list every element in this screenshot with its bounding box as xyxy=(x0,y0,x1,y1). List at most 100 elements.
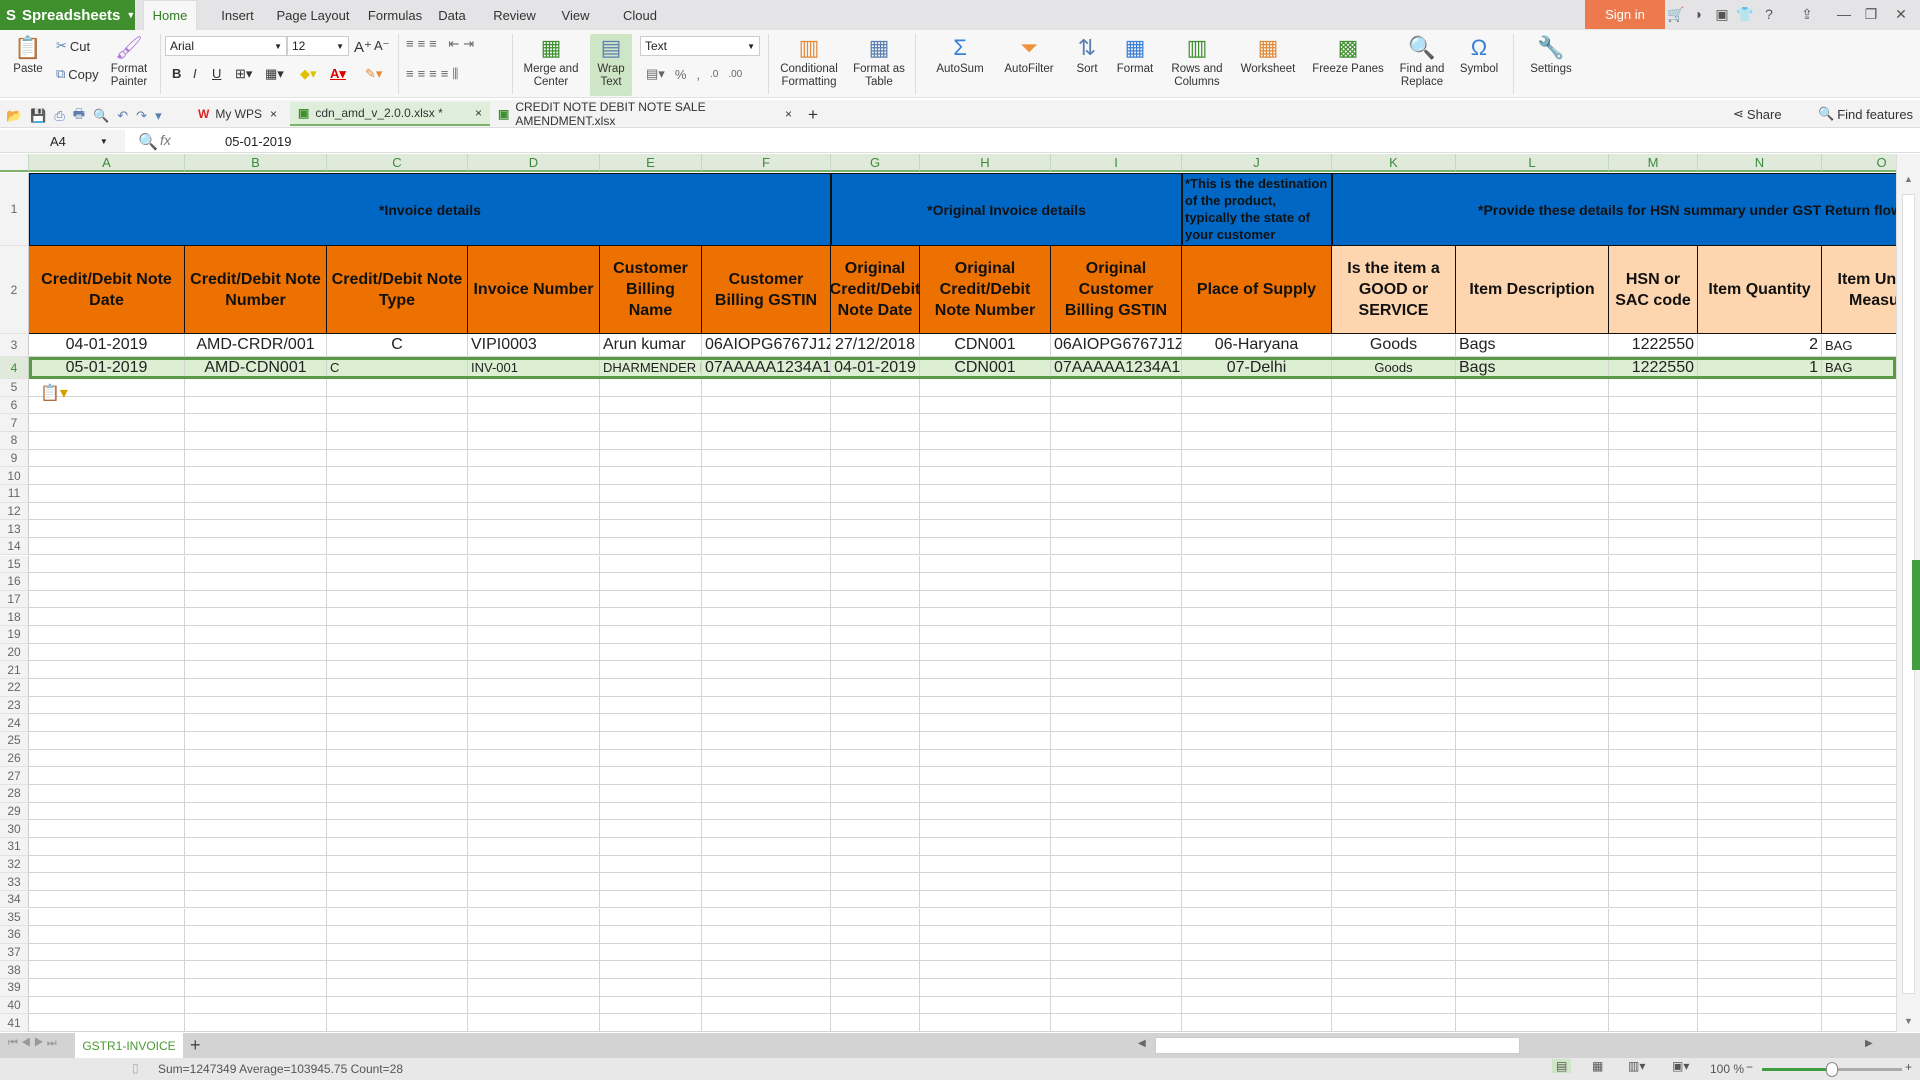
cell[interactable] xyxy=(185,696,327,715)
cell[interactable] xyxy=(1698,414,1822,432)
cell[interactable] xyxy=(1332,837,1456,856)
cell[interactable] xyxy=(1822,397,1896,415)
zoom-icon[interactable]: 🔍 xyxy=(138,132,158,152)
row-header[interactable]: 2 xyxy=(0,246,29,334)
cell[interactable] xyxy=(1332,661,1456,680)
cell[interactable] xyxy=(920,520,1051,538)
cell[interactable] xyxy=(1051,979,1182,997)
cell[interactable] xyxy=(327,626,468,644)
cell[interactable] xyxy=(600,1014,702,1032)
cell[interactable] xyxy=(702,449,831,468)
row-header[interactable]: 31 xyxy=(0,837,29,856)
row-header[interactable]: 3 xyxy=(0,334,29,357)
cell[interactable] xyxy=(1051,449,1182,468)
cell[interactable] xyxy=(1698,379,1822,397)
cell[interactable] xyxy=(185,926,327,944)
cell[interactable] xyxy=(185,379,327,397)
cell[interactable] xyxy=(920,467,1051,485)
cell[interactable] xyxy=(1051,696,1182,715)
cell[interactable] xyxy=(1051,396,1182,415)
cell[interactable] xyxy=(327,573,468,591)
cell[interactable] xyxy=(600,908,702,927)
cell[interactable] xyxy=(1822,803,1896,821)
font-family-select[interactable]: Arial ▼ xyxy=(165,36,287,56)
cell[interactable] xyxy=(1182,414,1332,432)
cell[interactable] xyxy=(831,590,920,609)
cell[interactable] xyxy=(1698,890,1822,909)
cell[interactable] xyxy=(920,979,1051,997)
cell[interactable] xyxy=(1332,484,1456,503)
increase-font-icon[interactable]: A⁺ xyxy=(354,38,372,56)
cell[interactable] xyxy=(1332,961,1456,980)
cell[interactable] xyxy=(327,467,468,485)
cell[interactable] xyxy=(1051,431,1182,450)
cell[interactable] xyxy=(468,908,600,927)
cell[interactable] xyxy=(468,696,600,715)
cell[interactable] xyxy=(1332,767,1456,785)
cell[interactable]: 1 xyxy=(1698,357,1822,379)
column-header-G[interactable]: G xyxy=(831,154,920,172)
cell[interactable] xyxy=(702,979,831,997)
cell[interactable] xyxy=(468,573,600,591)
new-tab-icon[interactable]: + xyxy=(808,105,818,125)
cell[interactable] xyxy=(29,732,185,750)
cell[interactable] xyxy=(1051,749,1182,768)
cell[interactable] xyxy=(1609,608,1698,627)
sort-button[interactable]: ⇅ Sort xyxy=(1068,34,1106,96)
cell[interactable] xyxy=(1609,943,1698,962)
cell[interactable] xyxy=(1332,520,1456,538)
cell[interactable] xyxy=(327,979,468,997)
settings-button[interactable]: 🔧 Settings xyxy=(1520,34,1582,96)
cell[interactable] xyxy=(920,396,1051,415)
cell[interactable] xyxy=(831,520,920,538)
cell[interactable] xyxy=(185,837,327,856)
cell[interactable] xyxy=(1456,626,1609,644)
cell[interactable] xyxy=(468,767,600,785)
cell[interactable] xyxy=(468,873,600,891)
cell[interactable] xyxy=(327,837,468,856)
cell[interactable] xyxy=(29,643,185,662)
cell[interactable]: CDN001 xyxy=(920,357,1051,379)
cell[interactable]: BAG xyxy=(1822,334,1896,357)
cell[interactable] xyxy=(1609,431,1698,450)
menu-tab-review[interactable]: Review xyxy=(487,0,542,30)
cell[interactable] xyxy=(1698,449,1822,468)
cell[interactable] xyxy=(1609,484,1698,503)
cell[interactable] xyxy=(831,714,920,732)
cell[interactable] xyxy=(1332,449,1456,468)
cell[interactable] xyxy=(468,626,600,644)
row-header[interactable]: 4 xyxy=(0,357,29,379)
cell[interactable] xyxy=(702,396,831,415)
cell[interactable] xyxy=(702,714,831,732)
cell[interactable] xyxy=(831,573,920,591)
cell[interactable] xyxy=(1182,555,1332,574)
cell[interactable] xyxy=(831,696,920,715)
cell[interactable] xyxy=(185,802,327,821)
skin-icon[interactable]: 👕 xyxy=(1736,6,1754,23)
cell[interactable] xyxy=(1051,414,1182,432)
cell[interactable]: 06AIOPG6767J1Z xyxy=(702,334,831,357)
cell[interactable] xyxy=(1822,520,1896,538)
zoom-out-icon[interactable]: − xyxy=(1746,1060,1753,1074)
open-icon[interactable]: 📂 xyxy=(6,108,22,124)
cell[interactable] xyxy=(1332,732,1456,750)
decimal-decrease-icon[interactable]: .00 xyxy=(728,69,742,80)
cell[interactable]: Bags xyxy=(1456,357,1609,379)
cell[interactable] xyxy=(468,379,600,397)
fullscreen-icon[interactable]: ⇪ xyxy=(1798,6,1816,23)
cell[interactable] xyxy=(468,749,600,768)
cell[interactable] xyxy=(327,379,468,397)
cell[interactable] xyxy=(1609,396,1698,415)
cell[interactable] xyxy=(468,979,600,997)
cell[interactable] xyxy=(1698,802,1822,821)
cell[interactable]: Goods xyxy=(1332,357,1456,379)
cell[interactable] xyxy=(1609,537,1698,556)
row-header[interactable]: 15 xyxy=(0,555,29,574)
cell[interactable] xyxy=(1182,449,1332,468)
cell[interactable] xyxy=(1332,396,1456,415)
cell[interactable] xyxy=(29,943,185,962)
cell[interactable] xyxy=(1051,908,1182,927)
cell[interactable] xyxy=(468,802,600,821)
spreadsheet-grid[interactable]: A B C D E F G H I J K L M N O 1 2 3 4 5 6 7 8 9 10 11 12 13 14 15 16 17… xyxy=(0,154,1896,1032)
sheet-nav-icons[interactable]: ⏮ ◀ ▶ ⏭ xyxy=(8,1037,57,1050)
